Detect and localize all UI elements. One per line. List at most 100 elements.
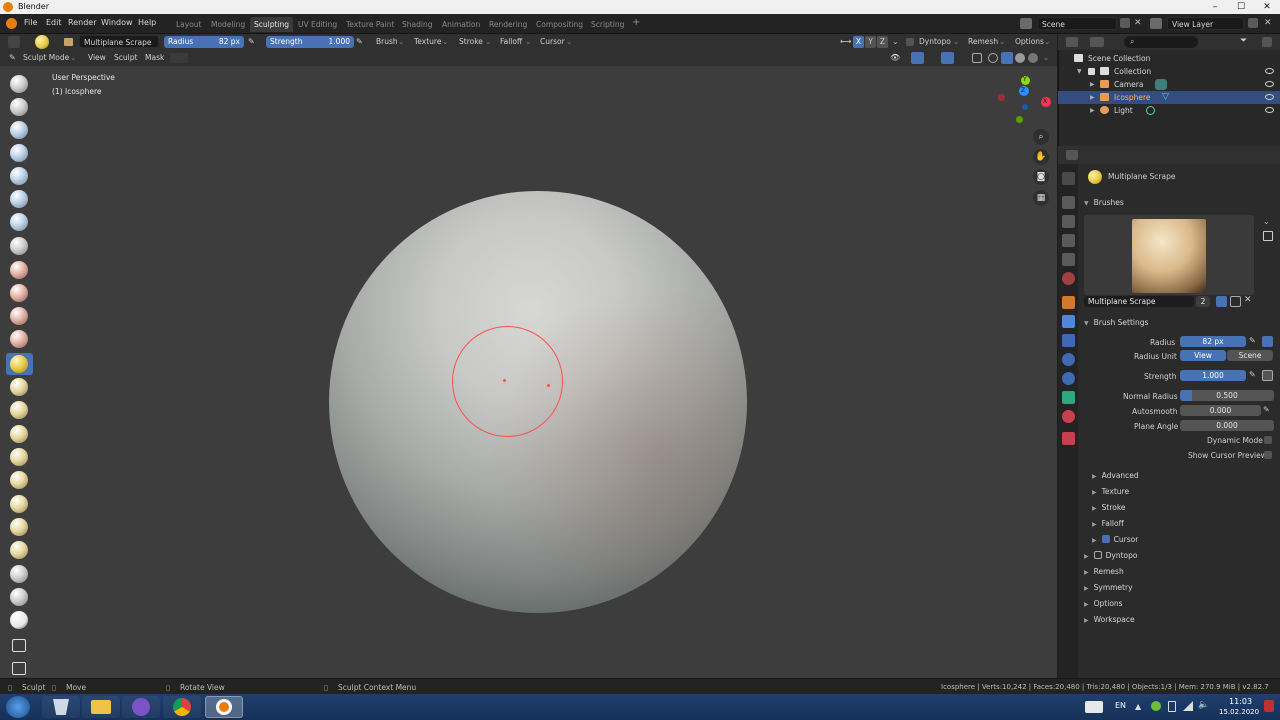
menu-sculpt[interactable]: Sculpt — [114, 52, 137, 64]
rotate-brush-icon[interactable] — [10, 541, 28, 559]
symmetry-section[interactable]: ▶ Symmetry — [1084, 583, 1133, 592]
perspective-toggle-icon[interactable]: ▦ — [1033, 190, 1049, 206]
battery-icon[interactable] — [1168, 701, 1176, 712]
stroke-menu[interactable]: Stroke — [459, 36, 483, 48]
falloff-subsection[interactable]: ▶ Falloff — [1092, 519, 1124, 528]
outliner-row-collection[interactable]: ▼ Collection — [1058, 65, 1280, 78]
particles-tab-icon[interactable] — [1062, 334, 1075, 347]
modifiers-tab-icon[interactable] — [1062, 315, 1075, 328]
material-shading-icon[interactable] — [1015, 53, 1025, 63]
strength-slider[interactable]: Strength 1.000 — [266, 36, 354, 48]
radius-unit-scene-button[interactable]: Scene — [1227, 350, 1273, 361]
view-layer-icon[interactable] — [1150, 18, 1162, 29]
texture-menu[interactable]: Texture — [414, 36, 441, 48]
pinch-brush-icon[interactable] — [10, 378, 28, 396]
add-workspace-button[interactable]: + — [628, 15, 644, 30]
clock-date[interactable]: 15.02.2020 — [1219, 708, 1259, 716]
mask-brush-icon[interactable] — [10, 588, 28, 606]
remesh-section[interactable]: ▶ Remesh — [1084, 567, 1124, 576]
radius-slider[interactable]: Radius 82 px — [164, 36, 244, 48]
tool-tab-icon[interactable] — [1062, 172, 1075, 185]
properties-editor-icon[interactable] — [1066, 150, 1078, 160]
close-window-button[interactable]: ✕ — [1254, 0, 1280, 14]
stroke-subsection[interactable]: ▶ Stroke — [1092, 503, 1126, 512]
visibility-eye-icon[interactable] — [1265, 107, 1274, 113]
dynamic-mode-checkbox[interactable] — [1264, 436, 1272, 444]
menu-edit[interactable]: Edit — [46, 18, 62, 27]
gizmo-toggle-icon[interactable] — [911, 52, 924, 64]
show-desktop-icon[interactable] — [1264, 700, 1274, 712]
brush-preview-dropdown-icon[interactable]: ⌄ — [1263, 217, 1270, 226]
simplify-brush-icon[interactable] — [10, 565, 28, 583]
maximize-button[interactable]: ☐ — [1228, 0, 1254, 14]
minimize-button[interactable]: – — [1202, 0, 1228, 14]
outliner-row-camera[interactable]: ▶ Camera — [1058, 78, 1280, 91]
delete-scene-icon[interactable]: ✕ — [1134, 18, 1144, 28]
cursor-menu[interactable]: Cursor — [540, 36, 565, 48]
tab-compositing[interactable]: Compositing — [532, 17, 587, 32]
xray-toggle-icon[interactable] — [972, 53, 982, 63]
blob-brush-icon[interactable] — [10, 213, 28, 231]
physics-tab-icon[interactable] — [1062, 353, 1075, 366]
draw-sharp-brush-icon[interactable] — [10, 98, 28, 116]
layer-brush-icon[interactable] — [10, 167, 28, 185]
pose-brush-icon[interactable] — [10, 495, 28, 513]
face-sets-icon[interactable] — [170, 53, 188, 63]
cursor-subsection[interactable]: ▶ Cursor — [1092, 535, 1138, 544]
overlays-toggle-icon[interactable] — [941, 52, 954, 64]
tab-animation[interactable]: Animation — [438, 17, 484, 32]
options-menu[interactable]: Options — [1015, 36, 1044, 48]
expand-arrow-icon[interactable]: ▶ — [1090, 78, 1095, 91]
flatten-brush-icon[interactable] — [10, 284, 28, 302]
draw-brush-icon[interactable] — [10, 75, 28, 93]
menu-window[interactable]: Window — [101, 18, 133, 27]
blender-menu-icon[interactable] — [6, 18, 17, 29]
dyntopo-checkbox[interactable] — [1094, 551, 1102, 559]
tab-texture-paint[interactable]: Texture Paint — [342, 17, 398, 32]
scene-tab-icon[interactable] — [1062, 253, 1075, 266]
menu-help[interactable]: Help — [138, 18, 156, 27]
unlink-brush-icon[interactable]: ✕ — [1244, 295, 1252, 305]
brush-users-count[interactable]: 2 — [1196, 296, 1210, 307]
volume-icon[interactable]: 🔈 — [1198, 700, 1209, 710]
falloff-menu[interactable]: Falloff — [500, 36, 522, 48]
workspace-section[interactable]: ▶ Workspace — [1084, 615, 1135, 624]
tab-sculpting[interactable]: Sculpting — [250, 17, 294, 32]
symmetry-y-toggle[interactable]: Y — [865, 36, 876, 48]
outliner-row-icosphere[interactable]: ▶ Icosphere ▽ — [1058, 91, 1280, 104]
data-tab-icon[interactable] — [1062, 391, 1075, 404]
radius-unit-view-button[interactable]: View — [1180, 350, 1226, 361]
world-tab-icon[interactable] — [1062, 272, 1075, 285]
visibility-eye-icon[interactable] — [1265, 81, 1274, 87]
brush-name-field[interactable]: Multiplane Scrape — [79, 35, 159, 48]
tray-app-icon[interactable] — [1151, 701, 1161, 711]
brush-thumbnail-icon[interactable] — [35, 35, 49, 49]
strength-field[interactable]: 1.000 — [1180, 370, 1246, 381]
thumb-brush-icon[interactable] — [10, 471, 28, 489]
rendered-shading-icon[interactable] — [1028, 53, 1038, 63]
crease-brush-icon[interactable] — [10, 237, 28, 255]
outliner-row-scene-collection[interactable]: Scene Collection — [1058, 52, 1280, 65]
texture-subsection[interactable]: ▶ Texture — [1092, 487, 1129, 496]
gizmo-neg-x-axis[interactable] — [998, 94, 1005, 101]
expand-arrow-icon[interactable]: ▶ — [1090, 91, 1095, 104]
clay-brush-icon[interactable] — [10, 121, 28, 139]
pan-view-icon[interactable]: ✋ — [1033, 149, 1049, 165]
dyntopo-section[interactable]: ▶ Dyntopo — [1084, 551, 1137, 560]
duplicate-brush-icon[interactable] — [1230, 296, 1241, 307]
brush-image-icon[interactable] — [1263, 231, 1273, 241]
strength-pressure-icon[interactable]: ✎ — [356, 37, 366, 47]
outliner-search-input[interactable] — [1124, 36, 1198, 48]
inflate-brush-icon[interactable] — [10, 190, 28, 208]
expand-arrow-icon[interactable]: ▶ — [1090, 104, 1095, 117]
mesh-filter-icon[interactable] — [12, 662, 26, 675]
nudge-brush-icon[interactable] — [10, 518, 28, 536]
tray-arrow-icon[interactable]: ▲ — [1135, 702, 1141, 711]
tab-scripting[interactable]: Scripting — [587, 17, 628, 32]
tab-shading[interactable]: Shading — [398, 17, 436, 32]
radius-field[interactable]: 82 px — [1180, 336, 1246, 347]
mode-selector[interactable]: Sculpt Mode — [23, 52, 69, 64]
autosmooth-pressure-icon[interactable]: ✎ — [1263, 405, 1273, 416]
zoom-view-icon[interactable]: ⌕ — [1033, 129, 1049, 145]
fill-brush-icon[interactable] — [10, 307, 28, 325]
